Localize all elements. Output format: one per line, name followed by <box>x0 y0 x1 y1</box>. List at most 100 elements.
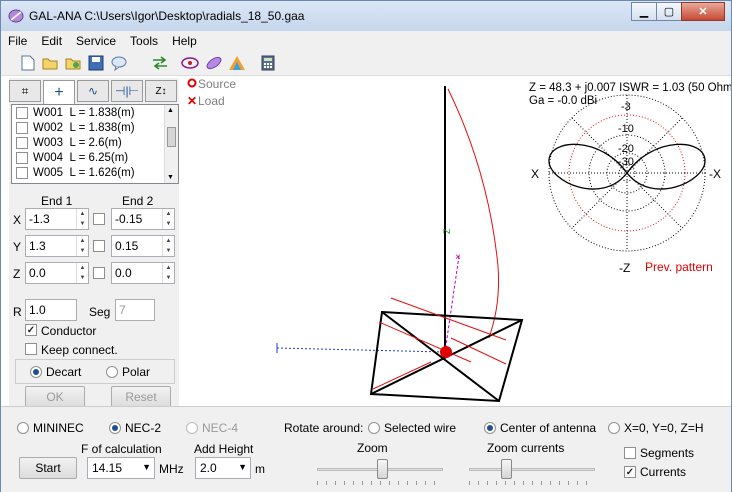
reset-button[interactable]: Reset <box>111 386 171 408</box>
new-file-icon[interactable] <box>19 54 37 72</box>
frequency-select[interactable]: 14.15 ▼ <box>87 457 155 479</box>
nec2-radio[interactable] <box>109 422 121 434</box>
scroll-thumb[interactable] <box>167 127 176 147</box>
chevron-down-icon: ▼ <box>238 462 247 472</box>
close-button[interactable]: ✕ <box>681 2 725 21</box>
menu-help[interactable]: Help <box>165 34 204 48</box>
x1-field[interactable]: -1.3 ▲ ▼ <box>25 208 89 230</box>
antenna-pattern-icon[interactable] <box>181 54 199 72</box>
y-lock-checkbox[interactable] <box>93 240 105 252</box>
nec4-radio[interactable] <box>186 422 198 434</box>
segments-field[interactable]: 7 <box>115 299 155 321</box>
tab-geometry[interactable]: + <box>43 80 75 104</box>
tab-network[interactable]: Z↕ <box>145 80 177 102</box>
frequency-label: F of calculation <box>81 442 162 456</box>
height-select[interactable]: 2.0 ▼ <box>195 457 251 479</box>
y-axis-line <box>444 255 460 353</box>
z1-spinner-icon[interactable]: ▲ ▼ <box>76 263 88 283</box>
start-button[interactable]: Start <box>19 457 77 479</box>
end1-label: End 1 <box>41 194 73 208</box>
tab-source[interactable]: ∿ <box>77 80 109 102</box>
rotate-label: Rotate around: <box>284 421 364 435</box>
x-lock-checkbox[interactable] <box>93 213 105 225</box>
source-point <box>440 346 452 358</box>
menu-tools[interactable]: Tools <box>123 34 165 48</box>
list-item[interactable]: W003 L = 2.6(m) <box>12 135 178 150</box>
y1-spinner-icon[interactable]: ▲ ▼ <box>76 236 88 256</box>
editor-tabs: ⌗ + ∿ ⊣|⊢ Z↕ <box>9 80 179 104</box>
zoom-label: Zoom <box>357 441 388 455</box>
menu-file[interactable]: File <box>1 34 34 48</box>
y1-field[interactable]: 1.3 ▲ ▼ <box>25 235 89 257</box>
scroll-up-icon[interactable]: ▲ <box>167 107 174 114</box>
comment-icon[interactable] <box>110 54 128 72</box>
wire-checkbox[interactable] <box>16 151 28 164</box>
wire-checkbox[interactable] <box>16 106 28 119</box>
z1-field[interactable]: 0.0 ▲ ▼ <box>25 262 89 284</box>
x2-spinner-icon[interactable]: ▲ ▼ <box>162 209 174 229</box>
ok-button[interactable]: OK <box>25 386 85 408</box>
menu-edit[interactable]: Edit <box>34 34 69 48</box>
zoom-thumb[interactable] <box>377 459 388 479</box>
z2-spinner-icon[interactable]: ▲ ▼ <box>162 263 174 283</box>
minimize-button[interactable]: ▁ <box>631 2 657 21</box>
swap-arrows-icon[interactable] <box>151 54 169 72</box>
window-title: GAL-ANA C:\Users\Igor\Desktop\radials_18… <box>29 9 305 23</box>
pattern-x-left: X <box>531 167 539 181</box>
x2-field[interactable]: -0.15 ▲ ▼ <box>111 208 175 230</box>
wire-checkbox[interactable] <box>16 121 28 134</box>
z2-field[interactable]: 0.0 ▲ ▼ <box>111 262 175 284</box>
rotate-center-radio[interactable] <box>484 422 496 434</box>
currents-check-label: Currents <box>640 465 687 479</box>
rotate-origin-radio[interactable] <box>608 422 620 434</box>
list-item[interactable]: W004 L = 6.25(m) <box>12 150 178 165</box>
keep-connect-checkbox[interactable] <box>25 343 37 355</box>
zoom-currents-slider[interactable] <box>469 459 595 485</box>
wire-editor-panel: ⌗ + ∿ ⊣|⊢ Z↕ W001 L = 1.838(m) W002 L = … <box>9 78 179 410</box>
calculator-icon[interactable] <box>259 54 277 72</box>
minimize-icon: ▁ <box>639 6 649 18</box>
load-legend-icon: ✕ <box>187 94 197 108</box>
conductor-checkbox[interactable] <box>25 324 37 336</box>
wire-checkbox[interactable] <box>16 166 28 179</box>
mininec-radio[interactable] <box>17 422 29 434</box>
x-label: X <box>13 213 22 227</box>
menu-service[interactable]: Service <box>69 34 123 48</box>
feather-icon[interactable] <box>205 54 223 72</box>
zoom-currents-thumb[interactable] <box>501 459 512 479</box>
color-map-icon[interactable] <box>228 54 246 72</box>
y-axis-marker: × <box>455 252 461 263</box>
y2-field[interactable]: 0.15 ▲ ▼ <box>111 235 175 257</box>
x-axis-line <box>276 347 446 353</box>
wire-list[interactable]: W001 L = 1.838(m) W002 L = 1.838(m) W003… <box>11 104 179 184</box>
open-folder-icon[interactable] <box>41 54 59 72</box>
tab-wires[interactable]: ⌗ <box>9 80 41 102</box>
currents-checkbox[interactable] <box>624 466 636 478</box>
segments-checkbox[interactable] <box>624 447 636 459</box>
z-label: Z <box>13 267 21 281</box>
list-item[interactable]: W001 L = 1.838(m) <box>12 105 178 120</box>
x1-spinner-icon[interactable]: ▲ ▼ <box>76 209 88 229</box>
open-project-icon[interactable] <box>64 54 82 72</box>
list-item[interactable]: W005 L = 1.626(m) <box>12 165 178 180</box>
app-logo-icon <box>8 9 24 23</box>
wire-checkbox[interactable] <box>16 136 28 149</box>
list-item[interactable]: W002 L = 1.838(m) <box>12 120 178 135</box>
tab-load[interactable]: ⊣|⊢ <box>111 80 143 102</box>
y-label: Y <box>13 240 22 254</box>
decart-radio[interactable] <box>30 366 42 378</box>
scroll-down-icon[interactable]: ▼ <box>167 174 174 181</box>
maximize-button[interactable]: ▢ <box>656 2 682 21</box>
save-icon[interactable] <box>87 54 105 72</box>
crosshair-tab-icon: + <box>54 83 64 101</box>
polar-radio[interactable] <box>106 366 118 378</box>
rotate-selected-radio[interactable] <box>368 422 380 434</box>
mininec-label: MININEC <box>33 421 84 435</box>
height-unit: m <box>255 462 265 476</box>
radius-field[interactable]: 1.0 <box>25 299 77 321</box>
height-label: Add Height <box>194 442 254 456</box>
wire-list-scrollbar[interactable]: ▲ ▼ <box>164 105 178 183</box>
z-lock-checkbox[interactable] <box>93 267 105 279</box>
y2-spinner-icon[interactable]: ▲ ▼ <box>162 236 174 256</box>
zoom-slider[interactable] <box>317 459 443 485</box>
